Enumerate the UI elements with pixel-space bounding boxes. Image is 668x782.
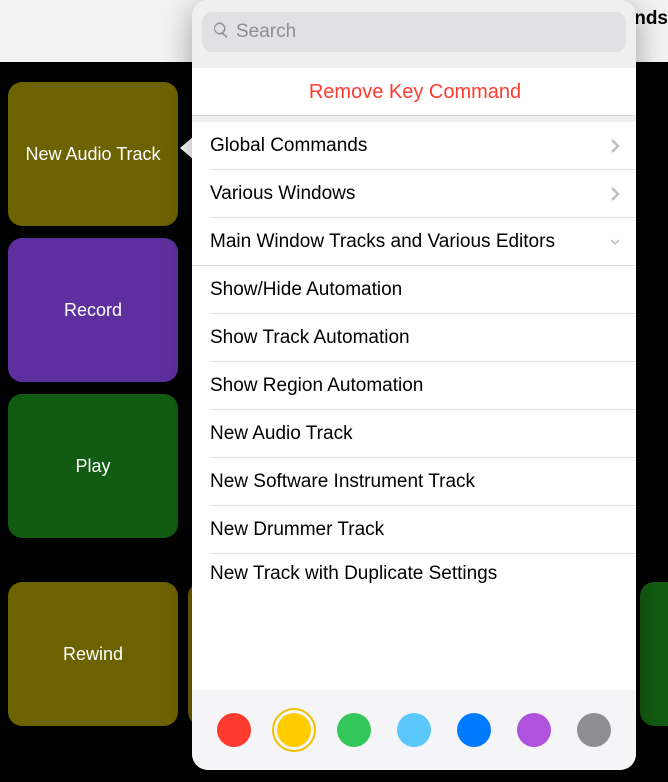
color-swatch-yellow-selected[interactable]	[272, 708, 316, 752]
color-swatch-green[interactable]	[332, 708, 376, 752]
divider	[192, 115, 636, 116]
category-label: Global Commands	[210, 135, 367, 157]
color-picker-bar	[192, 690, 636, 770]
color-swatch-circle	[517, 713, 551, 747]
command-new-drummer-track[interactable]: New Drummer Track	[192, 506, 636, 554]
command-label: Show Track Automation	[210, 327, 410, 349]
chevron-right-icon	[610, 186, 620, 202]
command-label: Show/Hide Automation	[210, 279, 402, 301]
color-swatch-circle	[337, 713, 371, 747]
command-picker-popover: Search Remove Key Command Global Command…	[192, 0, 636, 770]
action-section: Remove Key Command	[192, 68, 636, 116]
pad-right-play[interactable]: lay	[640, 582, 668, 726]
color-swatch-circle	[577, 713, 611, 747]
remove-key-command-row[interactable]: Remove Key Command	[192, 68, 636, 116]
search-wrap: Search	[192, 0, 636, 62]
pad-label: Play	[75, 456, 110, 477]
category-label: Main Window Tracks and Various Editors	[210, 231, 555, 253]
category-label: Various Windows	[210, 183, 355, 205]
command-label: Show Region Automation	[210, 375, 423, 397]
pad-rewind[interactable]: Rewind	[8, 582, 178, 726]
command-show-track-automation[interactable]: Show Track Automation	[192, 314, 636, 362]
pad-label: Record	[64, 300, 122, 321]
color-swatch-circle	[217, 713, 251, 747]
pad-label: Rewind	[63, 644, 123, 665]
command-label: New Track with Duplicate Settings	[210, 563, 497, 585]
search-placeholder: Search	[236, 21, 296, 43]
color-swatch-circle	[277, 713, 311, 747]
search-icon	[212, 21, 236, 44]
command-new-audio-track[interactable]: New Audio Track	[192, 410, 636, 458]
pad-record[interactable]: Record	[8, 238, 178, 382]
color-swatch-circle	[397, 713, 431, 747]
color-swatch-circle	[457, 713, 491, 747]
remove-label: Remove Key Command	[309, 81, 521, 104]
chevron-down-icon	[610, 234, 620, 250]
category-global-commands[interactable]: Global Commands	[192, 122, 636, 170]
command-label: New Software Instrument Track	[210, 471, 475, 493]
command-new-track-duplicate-settings[interactable]: New Track with Duplicate Settings	[192, 554, 636, 594]
color-swatch-sky[interactable]	[392, 708, 436, 752]
command-sublist: Show/Hide Automation Show Track Automati…	[192, 266, 636, 594]
chevron-right-icon	[610, 138, 620, 154]
command-new-software-instrument-track[interactable]: New Software Instrument Track	[192, 458, 636, 506]
category-main-window-tracks[interactable]: Main Window Tracks and Various Editors	[192, 218, 636, 266]
command-show-hide-automation[interactable]: Show/Hide Automation	[192, 266, 636, 314]
color-swatch-gray[interactable]	[572, 708, 616, 752]
color-swatch-purple[interactable]	[512, 708, 556, 752]
color-swatch-blue[interactable]	[452, 708, 496, 752]
category-list: Global Commands Various Windows Main Win…	[192, 122, 636, 266]
pad-play[interactable]: Play	[8, 394, 178, 538]
pad-label: New Audio Track	[25, 144, 160, 165]
command-label: New Audio Track	[210, 423, 353, 445]
category-various-windows[interactable]: Various Windows	[192, 170, 636, 218]
command-label: New Drummer Track	[210, 519, 384, 541]
color-swatch-red[interactable]	[212, 708, 256, 752]
command-show-region-automation[interactable]: Show Region Automation	[192, 362, 636, 410]
search-input[interactable]: Search	[202, 12, 626, 52]
pad-new-audio-track[interactable]: New Audio Track	[8, 82, 178, 226]
